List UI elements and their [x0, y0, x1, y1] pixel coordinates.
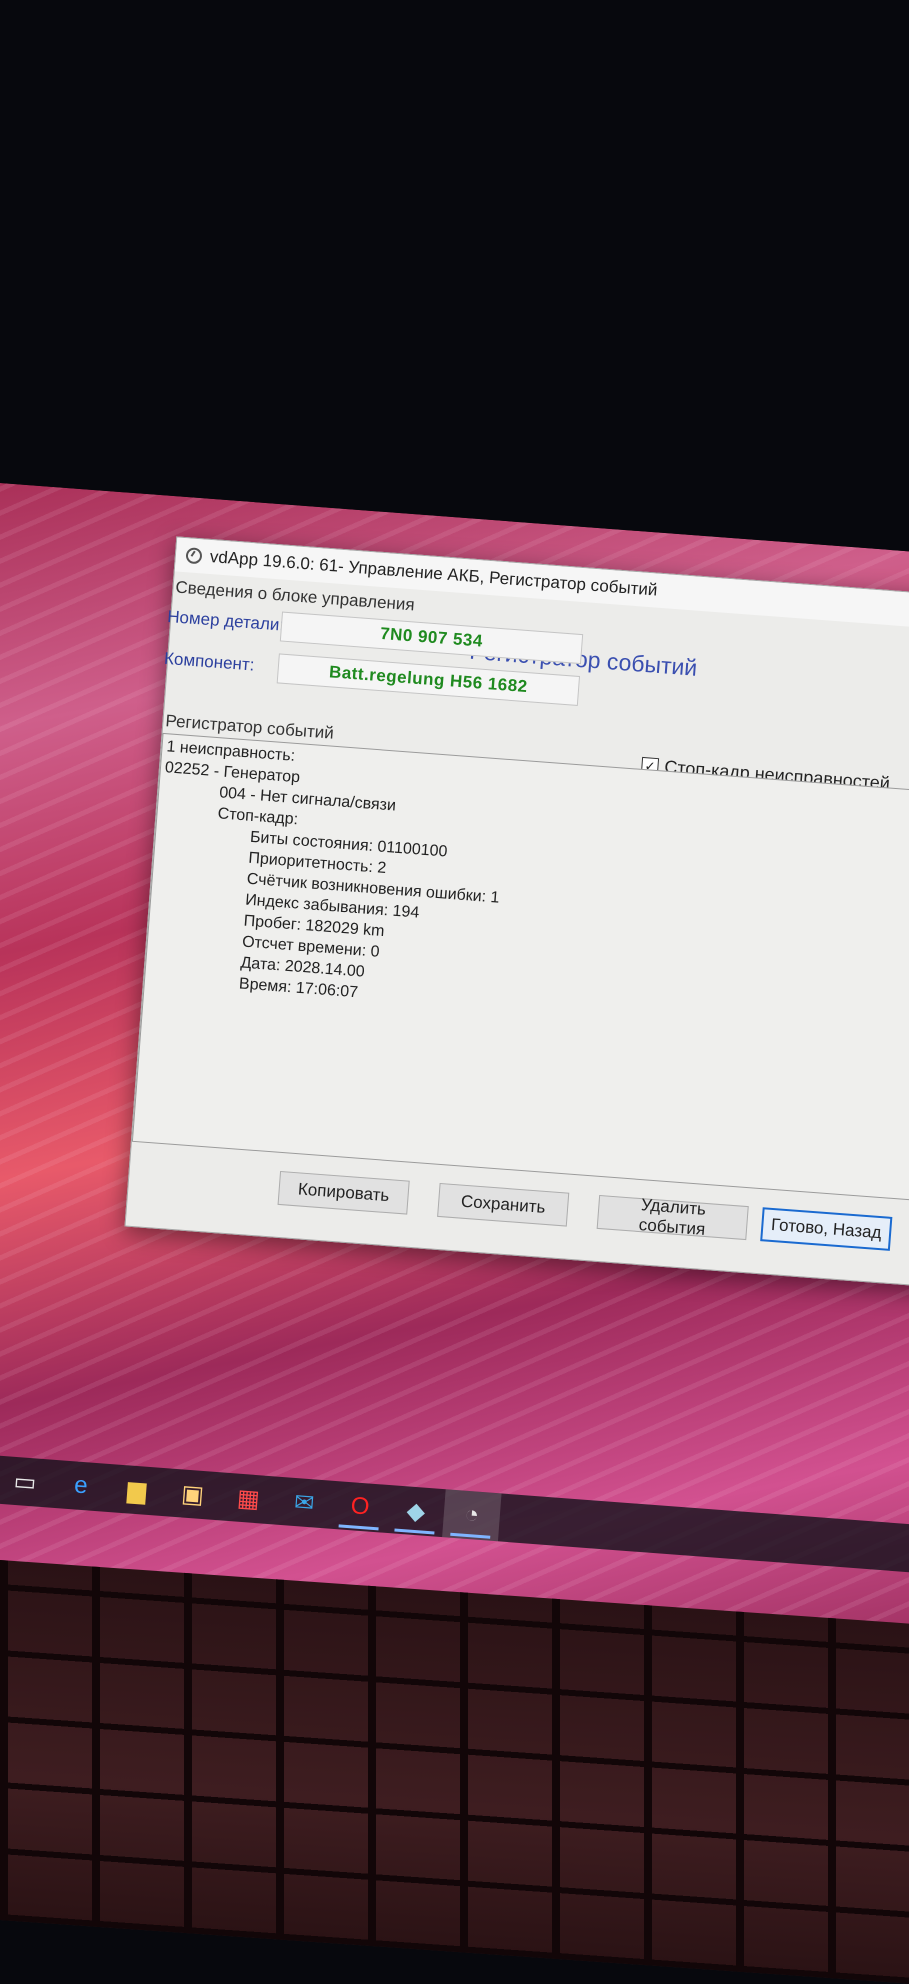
app-icon [185, 547, 203, 565]
edge-icon[interactable]: e [51, 1460, 110, 1512]
done-back-button[interactable]: Готово, Назад [760, 1207, 893, 1251]
task-view-icon[interactable]: ▭ [0, 1456, 55, 1508]
laptop-keyboard [0, 1560, 909, 1984]
part-number-label: Номер детали: [166, 606, 285, 635]
notes-icon[interactable]: ◆ [386, 1485, 445, 1537]
laptop-screen: vdApp 19.6.0: 61- Управление АКБ, Регист… [0, 480, 909, 1715]
dialog-content: Сведения о блоке управления Регистратор … [125, 571, 909, 1291]
save-button[interactable]: Сохранить [437, 1182, 570, 1227]
event-log-text-area[interactable]: 1 неисправность: 02252 - Генератор 004 -… [131, 732, 909, 1202]
vdapp-icon[interactable]: ◔ [442, 1489, 502, 1542]
store-icon[interactable]: ▣ [163, 1468, 222, 1520]
component-label: Компонент: [163, 648, 256, 675]
mail-icon[interactable]: ✉ [275, 1477, 334, 1529]
delete-events-button[interactable]: Удалить события [596, 1194, 749, 1241]
opera-icon[interactable]: O [330, 1481, 389, 1533]
gift-icon[interactable]: ▦ [219, 1472, 278, 1524]
file-explorer-icon[interactable]: ▆ [107, 1464, 166, 1516]
copy-button[interactable]: Копировать [277, 1170, 410, 1215]
event-recorder-window: vdApp 19.6.0: 61- Управление АКБ, Регист… [124, 536, 909, 1291]
